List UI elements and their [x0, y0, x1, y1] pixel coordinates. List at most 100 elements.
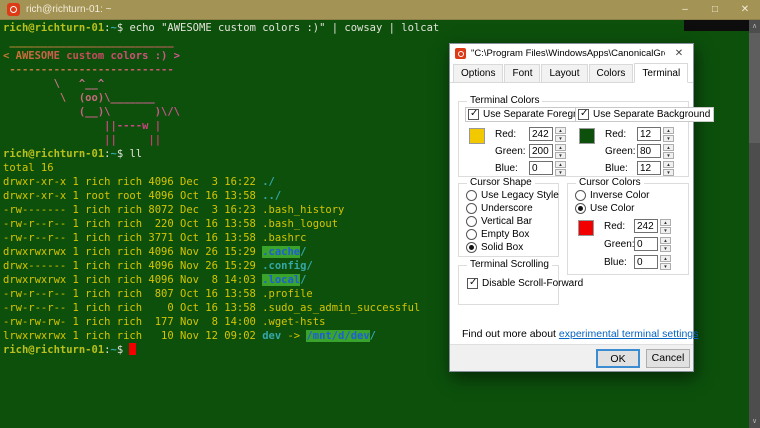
- dialog-close-icon[interactable]: ✕: [665, 44, 693, 63]
- background-red-input[interactable]: [637, 127, 661, 141]
- red-label: Red:: [605, 129, 626, 140]
- scroll-down-icon[interactable]: [749, 415, 760, 428]
- radio-label: Solid Box: [481, 242, 523, 253]
- tab-layout[interactable]: Layout: [541, 64, 587, 82]
- spinner-up-icon[interactable]: [555, 127, 566, 134]
- radio-icon: [466, 229, 477, 240]
- spinner-up-icon[interactable]: [555, 161, 566, 168]
- spinner-down-icon[interactable]: [663, 135, 674, 142]
- foreground-green-spinner: [555, 144, 566, 159]
- background-red-spinner: [663, 127, 674, 142]
- background-green-input[interactable]: [637, 144, 661, 158]
- radio-vertical-bar[interactable]: Vertical Bar: [466, 216, 532, 227]
- scroll-up-icon[interactable]: [749, 20, 760, 33]
- cursor-color-swatch: [578, 220, 594, 236]
- link-prefix-text: Find out more about: [462, 328, 559, 340]
- red-label: Red:: [495, 129, 516, 140]
- spinner-up-icon[interactable]: [660, 255, 671, 262]
- foreground-red-spinner: [555, 127, 566, 142]
- spinner-down-icon[interactable]: [663, 152, 674, 159]
- blue-label: Blue:: [604, 257, 627, 268]
- spinner-down-icon[interactable]: [555, 135, 566, 142]
- dialog-tabs: Options Font Layout Colors Terminal: [450, 63, 693, 83]
- disable-scroll-forward-checkbox[interactable]: Disable Scroll-Forward: [467, 278, 583, 289]
- experimental-settings-line: Find out more about experimental termina…: [462, 328, 698, 340]
- spinner-up-icon[interactable]: [555, 144, 566, 151]
- group-label: Terminal Colors: [467, 95, 542, 106]
- radio-underscore[interactable]: Underscore: [466, 203, 533, 214]
- cursor-red-input[interactable]: [634, 219, 658, 233]
- radio-solid-box[interactable]: Solid Box: [466, 242, 523, 253]
- ubuntu-icon: [7, 3, 20, 16]
- foreground-blue-input[interactable]: [529, 161, 553, 175]
- spinner-up-icon[interactable]: [663, 144, 674, 151]
- green-label: Green:: [604, 239, 635, 250]
- background-blue-input[interactable]: [637, 161, 661, 175]
- radio-inverse-color[interactable]: Inverse Color: [575, 190, 649, 201]
- radio-label: Underscore: [481, 203, 533, 214]
- background-blue-spinner: [663, 161, 674, 176]
- terminal-scrolling-group: Terminal Scrolling Disable Scroll-Forwar…: [458, 265, 559, 305]
- terminal-cursor: [129, 343, 136, 355]
- tab-options[interactable]: Options: [453, 64, 503, 82]
- minimize-button[interactable]: –: [670, 0, 700, 19]
- spinner-down-icon[interactable]: [660, 245, 671, 252]
- cursor-green-spinner: [660, 237, 671, 252]
- ubuntu-icon: [455, 48, 466, 59]
- background-color-swatch: [579, 128, 595, 144]
- spinner-down-icon[interactable]: [555, 169, 566, 176]
- red-label: Red:: [604, 221, 625, 232]
- terminal-line: rich@richturn-01:~$ echo "AWESOME custom…: [3, 21, 746, 35]
- foreground-red-input[interactable]: [529, 127, 553, 141]
- spinner-down-icon[interactable]: [555, 152, 566, 159]
- radio-use-color[interactable]: Use Color: [575, 203, 634, 214]
- tab-font[interactable]: Font: [504, 64, 540, 82]
- maximize-button[interactable]: □: [700, 0, 730, 19]
- cancel-button[interactable]: Cancel: [646, 349, 690, 368]
- checkbox-icon: [468, 109, 479, 120]
- console-overflow-strip: [684, 20, 749, 31]
- scrollbar-thumb[interactable]: [749, 33, 760, 143]
- radio-icon: [466, 216, 477, 227]
- caption-buttons: – □ ✕: [670, 0, 760, 19]
- cursor-green-input[interactable]: [634, 237, 658, 251]
- cursor-blue-input[interactable]: [634, 255, 658, 269]
- radio-use-legacy-style[interactable]: Use Legacy Style: [466, 190, 559, 201]
- close-button[interactable]: ✕: [730, 0, 760, 19]
- dialog-title: "C:\Program Files\WindowsApps\CanonicalG…: [471, 48, 665, 59]
- dialog-titlebar: "C:\Program Files\WindowsApps\CanonicalG…: [450, 44, 693, 63]
- radio-label: Use Legacy Style: [481, 190, 559, 201]
- properties-dialog: "C:\Program Files\WindowsApps\CanonicalG…: [449, 43, 694, 372]
- console-window: rich@richturn-01: ~ – □ ✕ rich@richturn-…: [0, 0, 760, 428]
- checkbox-icon: [578, 109, 589, 120]
- spinner-up-icon[interactable]: [660, 219, 671, 226]
- radio-icon: [575, 190, 586, 201]
- terminal-colors-group: Terminal Colors Use Separate Foreground …: [458, 101, 689, 177]
- radio-label: Vertical Bar: [481, 216, 532, 227]
- radio-icon: [466, 203, 477, 214]
- blue-label: Blue:: [605, 163, 628, 174]
- green-label: Green:: [605, 146, 636, 157]
- terminal-scrollbar[interactable]: [749, 20, 760, 428]
- group-label: Terminal Scrolling: [467, 259, 552, 270]
- spinner-down-icon[interactable]: [660, 227, 671, 234]
- spinner-up-icon[interactable]: [663, 161, 674, 168]
- checkbox-icon: [467, 278, 478, 289]
- radio-empty-box[interactable]: Empty Box: [466, 229, 529, 240]
- radio-label: Empty Box: [481, 229, 529, 240]
- use-separate-background-checkbox[interactable]: Use Separate Background: [575, 107, 714, 122]
- tab-terminal[interactable]: Terminal: [634, 63, 688, 83]
- spinner-up-icon[interactable]: [663, 127, 674, 134]
- spinner-down-icon[interactable]: [663, 169, 674, 176]
- spinner-down-icon[interactable]: [660, 263, 671, 270]
- ok-button[interactable]: OK: [596, 349, 640, 368]
- cursor-colors-group: Cursor Colors Inverse Color Use Color Re…: [567, 183, 689, 275]
- tab-colors[interactable]: Colors: [589, 64, 634, 82]
- green-label: Green:: [495, 146, 526, 157]
- checkbox-label: Disable Scroll-Forward: [482, 278, 583, 289]
- cursor-red-spinner: [660, 219, 671, 234]
- foreground-green-input[interactable]: [529, 144, 553, 158]
- spinner-up-icon[interactable]: [660, 237, 671, 244]
- foreground-blue-spinner: [555, 161, 566, 176]
- experimental-terminal-settings-link[interactable]: experimental terminal settings: [559, 328, 698, 340]
